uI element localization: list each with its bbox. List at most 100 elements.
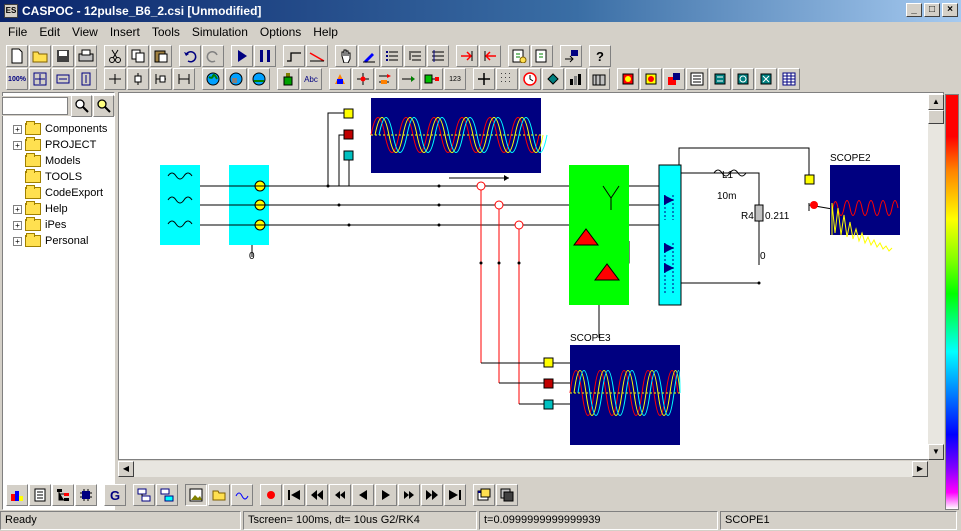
- component2-icon[interactable]: [640, 68, 662, 90]
- align4-icon[interactable]: [173, 68, 195, 90]
- bars2-icon[interactable]: [588, 68, 610, 90]
- save-icon[interactable]: [52, 45, 74, 67]
- tree-expander[interactable]: +: [13, 124, 22, 134]
- list2-icon[interactable]: [404, 45, 426, 67]
- swap-icon[interactable]: [560, 45, 582, 67]
- tree-item-tools[interactable]: TOOLS: [5, 169, 107, 185]
- component6-icon[interactable]: [732, 68, 754, 90]
- zoom-fit-icon[interactable]: [29, 68, 51, 90]
- menu-options[interactable]: Options: [254, 25, 307, 39]
- legend-icon[interactable]: [6, 484, 28, 506]
- horizontal-scrollbar[interactable]: ◀ ▶: [118, 461, 928, 477]
- record-icon[interactable]: [260, 484, 282, 506]
- junction-icon[interactable]: [352, 68, 374, 90]
- help-icon[interactable]: ?: [589, 45, 611, 67]
- menu-insert[interactable]: Insert: [104, 25, 146, 39]
- picture-icon[interactable]: [185, 484, 207, 506]
- tree-item-ipes[interactable]: + iPes: [5, 217, 107, 233]
- abc-icon[interactable]: Abc: [300, 68, 322, 90]
- chip-icon[interactable]: [75, 484, 97, 506]
- g-icon[interactable]: G: [104, 484, 126, 506]
- scroll-left-icon[interactable]: ◀: [118, 461, 134, 477]
- tree-item-codeexport[interactable]: CodeExport: [5, 185, 107, 201]
- scope2-display[interactable]: [830, 165, 900, 235]
- clock-icon[interactable]: [519, 68, 541, 90]
- cut-icon[interactable]: [104, 45, 126, 67]
- copy-icon[interactable]: [127, 45, 149, 67]
- list-icon[interactable]: [381, 45, 403, 67]
- tree-expander[interactable]: +: [13, 204, 22, 214]
- vertical-scrollbar[interactable]: ▲ ▼: [928, 94, 944, 460]
- arrow-left-icon[interactable]: [479, 45, 501, 67]
- connect-icon[interactable]: [375, 68, 397, 90]
- color-palette-bar[interactable]: [945, 94, 959, 510]
- pause-icon[interactable]: [254, 45, 276, 67]
- hand-icon[interactable]: [335, 45, 357, 67]
- bottle-icon[interactable]: [277, 68, 299, 90]
- new-icon[interactable]: [6, 45, 28, 67]
- pen-icon[interactable]: [358, 45, 380, 67]
- forward-icon[interactable]: [398, 484, 420, 506]
- block-icon[interactable]: [421, 68, 443, 90]
- tree-item-models[interactable]: Models: [5, 153, 107, 169]
- connect2-icon[interactable]: [398, 68, 420, 90]
- scroll-down-icon[interactable]: ▼: [928, 444, 944, 460]
- window-icon[interactable]: [473, 484, 495, 506]
- ramp-icon[interactable]: [306, 45, 328, 67]
- arrow-right-icon[interactable]: [456, 45, 478, 67]
- last-icon[interactable]: [444, 484, 466, 506]
- search-input[interactable]: [2, 97, 68, 115]
- menu-tools[interactable]: Tools: [146, 25, 186, 39]
- align3-icon[interactable]: [150, 68, 172, 90]
- zoom-width-icon[interactable]: [52, 68, 74, 90]
- tree-icon[interactable]: [52, 484, 74, 506]
- component4-icon[interactable]: [686, 68, 708, 90]
- cross-icon[interactable]: [473, 68, 495, 90]
- schematic-canvas[interactable]: 0 0 L1 10m R4 0.211 SCOPE2 SCOPE3: [118, 92, 944, 460]
- step-icon[interactable]: [283, 45, 305, 67]
- bars-icon[interactable]: [565, 68, 587, 90]
- play-icon[interactable]: [375, 484, 397, 506]
- tree-expander[interactable]: +: [13, 140, 22, 150]
- node-icon[interactable]: [329, 68, 351, 90]
- transformer-block[interactable]: [569, 165, 629, 305]
- tree-expander[interactable]: +: [13, 220, 22, 230]
- three-phase-source[interactable]: [160, 165, 200, 245]
- windows-icon[interactable]: [496, 484, 518, 506]
- layers2-icon[interactable]: [156, 484, 178, 506]
- export-icon[interactable]: [531, 45, 553, 67]
- tree-item-project[interactable]: + PROJECT: [5, 137, 107, 153]
- tree-expander[interactable]: +: [13, 236, 22, 246]
- back-icon[interactable]: [352, 484, 374, 506]
- globe2-icon[interactable]: [225, 68, 247, 90]
- minimize-button[interactable]: _: [906, 3, 922, 17]
- menu-view[interactable]: View: [66, 25, 104, 39]
- search-options-icon[interactable]: [93, 95, 114, 117]
- component5-icon[interactable]: [709, 68, 731, 90]
- table-icon[interactable]: [778, 68, 800, 90]
- forward-fast-icon[interactable]: [421, 484, 443, 506]
- wave-icon[interactable]: [231, 484, 253, 506]
- layers-icon[interactable]: [133, 484, 155, 506]
- paste-icon[interactable]: [150, 45, 172, 67]
- undo-icon[interactable]: [179, 45, 201, 67]
- rewind-icon[interactable]: [329, 484, 351, 506]
- menu-edit[interactable]: Edit: [33, 25, 66, 39]
- document-icon[interactable]: [29, 484, 51, 506]
- open-icon[interactable]: [29, 45, 51, 67]
- diode-bridge[interactable]: [658, 164, 682, 306]
- align-icon[interactable]: [104, 68, 126, 90]
- tree-item-personal[interactable]: + Personal: [5, 233, 107, 249]
- first-icon[interactable]: [283, 484, 305, 506]
- search-icon[interactable]: [71, 95, 92, 117]
- tree-item-help[interactable]: + Help: [5, 201, 107, 217]
- component1-icon[interactable]: [617, 68, 639, 90]
- globe-icon[interactable]: [202, 68, 224, 90]
- menu-simulation[interactable]: Simulation: [186, 25, 254, 39]
- menu-help[interactable]: Help: [307, 25, 344, 39]
- run-icon[interactable]: [231, 45, 253, 67]
- tree-item-components[interactable]: + Components: [5, 121, 107, 137]
- component3-icon[interactable]: [663, 68, 685, 90]
- counter-icon[interactable]: 123: [444, 68, 466, 90]
- zoom-height-icon[interactable]: [75, 68, 97, 90]
